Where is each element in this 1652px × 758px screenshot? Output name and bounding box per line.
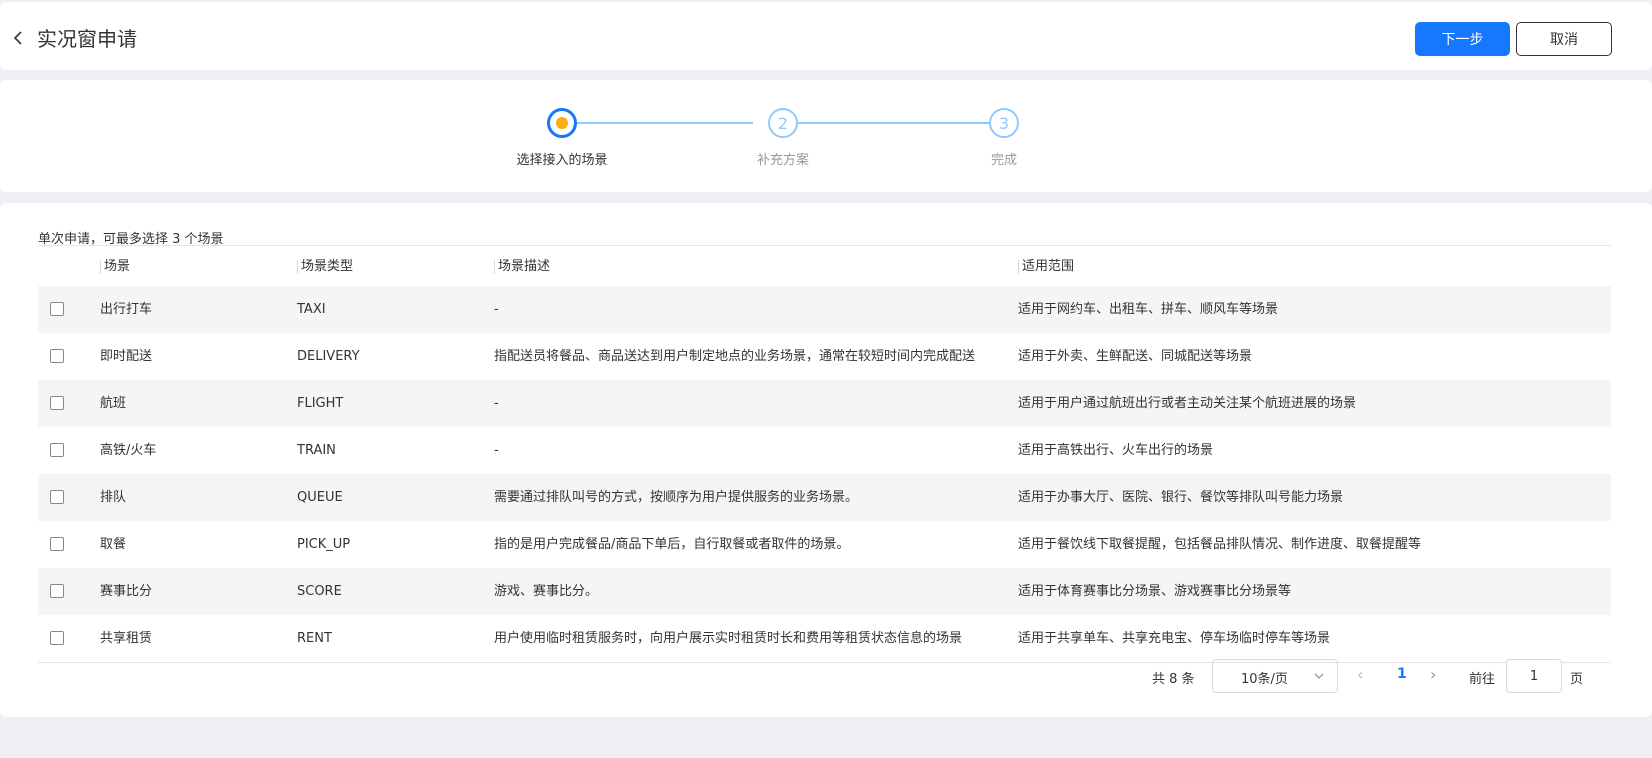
cell-type: TRAIN xyxy=(297,443,336,458)
cell-scope: 适用于外卖、生鲜配送、同城配送等场景 xyxy=(1018,349,1253,364)
table-row[interactable]: 赛事比分 SCORE 游戏、赛事比分。 适用于体育赛事比分场景、游戏赛事比分场景等 xyxy=(38,568,1611,615)
chevron-left-icon[interactable] xyxy=(10,28,26,48)
cell-scene: 即时配送 xyxy=(100,349,153,364)
next-page-icon[interactable]: › xyxy=(1430,665,1436,684)
cell-scene: 高铁/火车 xyxy=(100,443,157,458)
cell-scene: 航班 xyxy=(100,396,127,411)
table-divider xyxy=(38,662,1611,663)
row-checkbox[interactable] xyxy=(50,490,64,504)
cell-description: - xyxy=(494,396,499,411)
step-active-dot xyxy=(556,117,568,129)
step-connector xyxy=(577,122,753,124)
table-row[interactable]: 即时配送 DELIVERY 指配送员将餐品、商品送达到用户制定地点的业务场景，通常在… xyxy=(38,333,1611,380)
cell-description: 需要通过排队叫号的方式，按顺序为用户提供服务的业务场景。 xyxy=(494,490,859,505)
scene-panel: 单次申请，可最多选择 3 个场景 场景 场景类型 场景描述 适用范围 出行打车 T… xyxy=(0,203,1652,717)
row-checkbox[interactable] xyxy=(50,631,64,645)
cell-type: RENT xyxy=(297,631,332,646)
table-row[interactable]: 高铁/火车 TRAIN - 适用于高铁出行、火车出行的场景 xyxy=(38,427,1611,474)
table-body: 出行打车 TAXI - 适用于网约车、出租车、拼车、顺风车等场景即时配送 DELIVER… xyxy=(38,286,1611,662)
page-size-value: 10条/页 xyxy=(1241,672,1288,687)
chevron-down-icon xyxy=(1314,673,1324,679)
cell-scope: 适用于高铁出行、火车出行的场景 xyxy=(1018,443,1214,458)
cell-scope: 适用于体育赛事比分场景、游戏赛事比分场景等 xyxy=(1018,584,1292,599)
pagination-total: 共 8 条 xyxy=(1152,672,1195,687)
table-row[interactable]: 出行打车 TAXI - 适用于网约车、出租车、拼车、顺风车等场景 xyxy=(38,286,1611,333)
goto-label: 前往 xyxy=(1469,672,1496,687)
row-checkbox[interactable] xyxy=(50,537,64,551)
table-row[interactable]: 航班 FLIGHT - 适用于用户通过航班出行或者主动关注某个航班进展的场景 xyxy=(38,380,1611,427)
cell-type: QUEUE xyxy=(297,490,343,505)
row-checkbox[interactable] xyxy=(50,349,64,363)
header-bar: 实况窗申请 下一步 取消 xyxy=(0,2,1652,70)
table-row[interactable]: 排队 QUEUE 需要通过排队叫号的方式，按顺序为用户提供服务的业务场景。 适用于办事… xyxy=(38,474,1611,521)
goto-page-input[interactable] xyxy=(1506,659,1562,693)
column-scope: 适用范围 xyxy=(1018,260,1074,274)
column-description: 场景描述 xyxy=(494,260,550,274)
row-checkbox[interactable] xyxy=(50,584,64,598)
cell-description: 指的是用户完成餐品/商品下单后，自行取餐或者取件的场景。 xyxy=(494,537,850,552)
step-2-indicator: 2 xyxy=(768,108,798,138)
scene-table: 场景 场景类型 场景描述 适用范围 出行打车 TAXI - 适用于网约车、出租车、拼车… xyxy=(38,245,1611,663)
cell-type: PICK_UP xyxy=(297,537,351,552)
cell-scene: 排队 xyxy=(100,490,127,505)
cell-scope: 适用于共享单车、共享充电宝、停车场临时停车等场景 xyxy=(1018,631,1331,646)
row-checkbox[interactable] xyxy=(50,396,64,410)
cell-scope: 适用于办事大厅、医院、银行、餐饮等排队叫号能力场景 xyxy=(1018,490,1344,505)
row-checkbox[interactable] xyxy=(50,302,64,316)
column-type: 场景类型 xyxy=(297,260,353,274)
step-1-indicator xyxy=(547,108,577,138)
cell-scope: 适用于用户通过航班出行或者主动关注某个航班进展的场景 xyxy=(1018,396,1357,411)
table-row[interactable]: 取餐 PICK_UP 指的是用户完成餐品/商品下单后，自行取餐或者取件的场景。 适用于… xyxy=(38,521,1611,568)
page-number-current[interactable]: 1 xyxy=(1397,666,1407,682)
step-3-indicator: 3 xyxy=(989,108,1019,138)
row-checkbox[interactable] xyxy=(50,443,64,457)
cell-type: FLIGHT xyxy=(297,396,344,411)
cell-scene: 取餐 xyxy=(100,537,127,552)
cell-description: 用户使用临时租赁服务时，向用户展示实时租赁时长和费用等租赁状态信息的场景 xyxy=(494,631,963,646)
cell-scope: 适用于网约车、出租车、拼车、顺风车等场景 xyxy=(1018,302,1279,317)
table-row[interactable]: 共享租赁 RENT 用户使用临时租赁服务时，向用户展示实时租赁时长和费用等租赁状态信… xyxy=(38,615,1611,662)
cell-description: 游戏、赛事比分。 xyxy=(494,584,599,599)
cell-description: - xyxy=(494,302,499,317)
page-title: 实况窗申请 xyxy=(37,27,137,51)
stepper: 2 3 选择接入的场景 补充方案 完成 xyxy=(0,80,1652,192)
cell-description: 指配送员将餐品、商品送达到用户制定地点的业务场景，通常在较短时间内完成配送 xyxy=(494,349,976,364)
step-3-label: 完成 xyxy=(990,153,1017,168)
cell-type: DELIVERY xyxy=(297,349,360,364)
cell-type: TAXI xyxy=(297,302,326,317)
cell-scene: 赛事比分 xyxy=(100,584,153,599)
step-connector xyxy=(798,122,990,124)
cancel-button[interactable]: 取消 xyxy=(1516,22,1612,56)
table-header: 场景 场景类型 场景描述 适用范围 xyxy=(38,245,1611,286)
next-button[interactable]: 下一步 xyxy=(1415,22,1510,56)
cell-description: - xyxy=(494,443,499,458)
cell-scope: 适用于餐饮线下取餐提醒，包括餐品排队情况、制作进度、取餐提醒等 xyxy=(1018,537,1422,552)
cell-scene: 出行打车 xyxy=(100,302,153,317)
cell-scene: 共享租赁 xyxy=(100,631,153,646)
step-2-label: 补充方案 xyxy=(756,153,809,168)
cell-type: SCORE xyxy=(297,584,342,599)
step-1-label: 选择接入的场景 xyxy=(516,153,608,168)
prev-page-icon[interactable]: ‹ xyxy=(1357,665,1363,684)
column-scene: 场景 xyxy=(100,260,130,274)
page-suffix: 页 xyxy=(1570,672,1584,687)
page-size-select[interactable]: 10条/页 xyxy=(1212,659,1338,693)
